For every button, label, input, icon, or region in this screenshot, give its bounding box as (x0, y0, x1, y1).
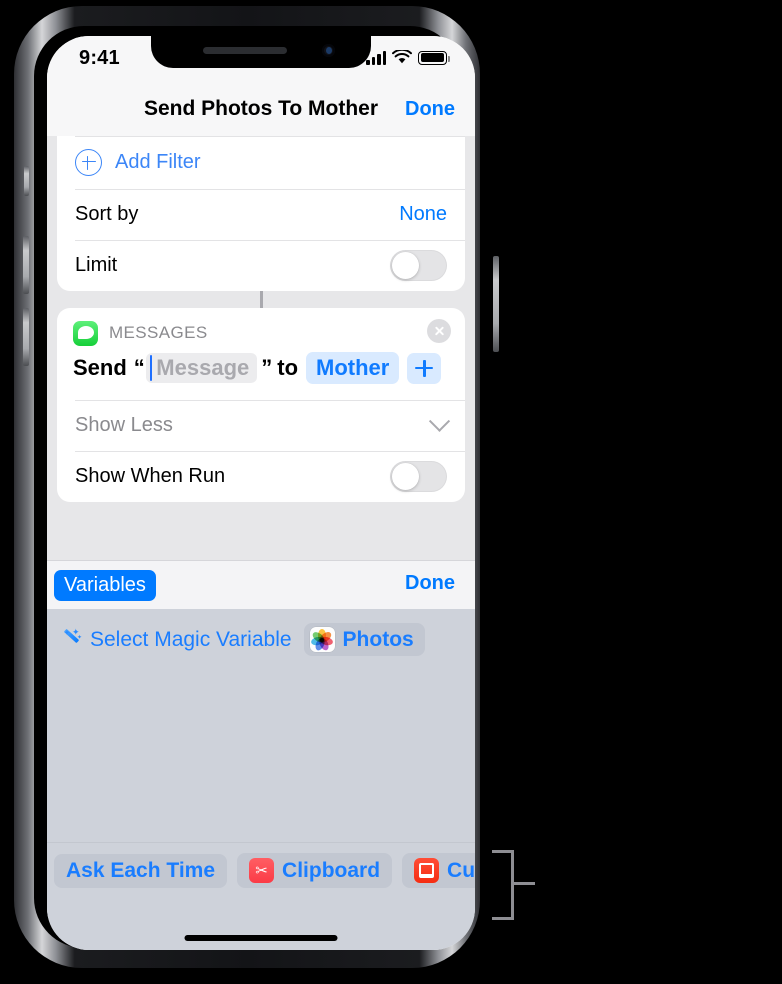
volume-up-button[interactable] (23, 236, 29, 294)
show-less-label: Show Less (75, 414, 173, 436)
variable-picker-panel: ✦ ✦ ✦ Select Magic Variable Photos Ask E… (47, 609, 475, 898)
power-button[interactable] (493, 256, 499, 352)
chip-ask-each-time[interactable]: Ask Each Time (54, 853, 228, 888)
messages-card-header: MESSAGES (57, 308, 465, 350)
show-when-run-row[interactable]: Show When Run (57, 451, 465, 502)
limit-row[interactable]: Limit (57, 240, 465, 291)
photos-variable-chip[interactable]: Photos (303, 623, 425, 656)
chip-label: Ask Each Time (66, 858, 216, 882)
chip-label: Clipboard (282, 858, 381, 882)
select-magic-variable-row[interactable]: ✦ ✦ ✦ Select Magic Variable Photos (47, 609, 475, 656)
status-indicators (366, 50, 450, 65)
recipient-chip-mother[interactable]: Mother (306, 352, 400, 384)
chip-label: Current D (447, 858, 475, 882)
limit-label: Limit (75, 254, 118, 276)
open-quote: “ (133, 355, 145, 380)
messages-action-sentence: Send “ Message ” to Mother (57, 350, 465, 400)
variables-done-button[interactable]: Done (405, 572, 455, 595)
home-indicator[interactable] (184, 935, 338, 941)
messages-action-card[interactable]: MESSAGES Send “ Message ” to Mother Show… (57, 308, 465, 502)
wifi-icon (392, 50, 412, 64)
to-word: to (277, 355, 299, 380)
iphone-device-frame: 9:41 Send Photos To Mother Done Add Filt… (14, 6, 499, 968)
variables-accessory-bar: Variables Done (47, 560, 475, 609)
select-magic-variable-label[interactable]: Select Magic Variable (90, 628, 292, 652)
device-notch (151, 36, 371, 68)
close-circle-icon[interactable] (427, 319, 451, 343)
sort-by-row[interactable]: Sort by None (57, 189, 465, 240)
sort-by-value[interactable]: None (399, 203, 447, 226)
variables-button[interactable]: Variables (54, 570, 156, 601)
speaker-grille-icon (203, 47, 287, 54)
silent-switch-button[interactable] (24, 166, 29, 196)
filter-action-card[interactable]: Add Filter Sort by None Limit (57, 136, 465, 291)
sort-by-label: Sort by (75, 203, 139, 225)
photos-app-icon (309, 627, 335, 652)
home-indicator-area (47, 898, 475, 950)
messages-app-icon (73, 320, 98, 346)
message-placeholder: Message (156, 355, 250, 380)
chip-current-date[interactable]: Current D (402, 853, 475, 888)
limit-toggle[interactable] (390, 250, 447, 281)
chevron-down-icon (428, 410, 451, 432)
action-connector-line (259, 291, 263, 308)
chip-clipboard[interactable]: Clipboard (237, 853, 393, 888)
nav-done-button[interactable]: Done (405, 98, 455, 121)
show-less-row[interactable]: Show Less (57, 400, 465, 451)
callout-bracket-stem (514, 882, 535, 885)
message-text-input[interactable]: Message (145, 353, 258, 383)
navigation-bar: Send Photos To Mother Done (47, 84, 475, 136)
messages-app-label: MESSAGES (109, 323, 208, 342)
show-when-run-label: Show When Run (75, 465, 226, 487)
show-when-run-toggle[interactable] (390, 461, 447, 492)
phone-screen: 9:41 Send Photos To Mother Done Add Filt… (47, 36, 475, 950)
front-camera-icon (322, 44, 335, 57)
photos-chip-label: Photos (342, 627, 414, 651)
add-filter-label: Add Filter (115, 151, 201, 173)
volume-down-button[interactable] (23, 308, 29, 366)
send-word: Send (73, 355, 127, 380)
close-quote: ” (261, 355, 273, 380)
clipboard-scissors-icon (249, 858, 275, 883)
battery-full-icon (418, 50, 450, 65)
current-date-icon (414, 858, 440, 883)
add-recipient-plus-icon[interactable] (407, 352, 442, 384)
shortcut-actions-list[interactable]: Add Filter Sort by None Limit MESSAGES S… (47, 136, 475, 561)
status-time: 9:41 (79, 47, 120, 69)
text-cursor (149, 355, 153, 381)
callout-bracket (492, 850, 514, 920)
plus-circle-icon (75, 149, 102, 176)
variable-chips-row[interactable]: Ask Each Time Clipboard Current D (47, 842, 475, 898)
add-filter-row[interactable]: Add Filter (57, 136, 465, 189)
magic-wand-icon: ✦ ✦ ✦ (61, 627, 83, 651)
